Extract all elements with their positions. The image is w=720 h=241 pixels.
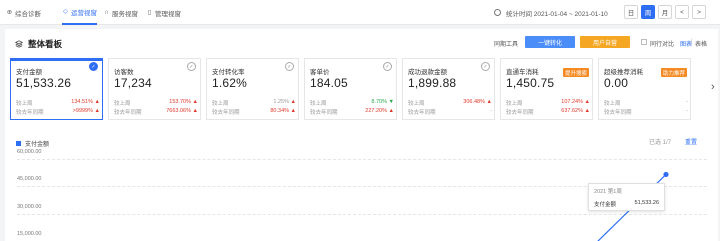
nav-tab-service[interactable]: ∩ 服务视窗 [103, 0, 138, 25]
nav-tab-label: 管理视窗 [155, 10, 181, 18]
prev-period-button[interactable]: < [675, 5, 689, 19]
period-day-button[interactable]: 日 [624, 5, 638, 19]
nav-tab-label: 综合诊断 [15, 10, 41, 18]
diagnose-icon: ⊕ [6, 9, 13, 16]
chart-tooltip: 2021 第1周 支付金额 51,533.26 [588, 183, 665, 211]
period-week-button[interactable]: 周 [641, 5, 655, 19]
nav-tab-label: 服务视窗 [112, 10, 138, 18]
tooltip-value: 51,533.26 [634, 200, 659, 206]
period-month-button[interactable]: 月 [658, 5, 672, 19]
clock-icon [494, 9, 501, 16]
data-point [663, 171, 669, 178]
nav-tab-label: 运营视窗 [71, 9, 97, 17]
top-navigation: ⊕ 综合诊断 ◇ 运营视窗 ∩ 服务视窗 ▯ 管理视窗 统计时间 2021-01… [0, 0, 720, 25]
next-period-button[interactable]: > [692, 5, 706, 19]
clipboard-icon: ▯ [147, 9, 152, 16]
nav-tab-management[interactable]: ▯ 管理视窗 [146, 0, 181, 25]
nav-tab-operations[interactable]: ◇ 运营视窗 [62, 0, 97, 25]
overview-panel: 整体看板 同期工具 一键转化 用户自营 同行对比 图表 | 表格 支付金额 51,… [5, 29, 718, 241]
tooltip-key: 支付金额 [594, 202, 617, 208]
headset-icon: ∩ [104, 9, 109, 16]
stat-time-label: 统计时间 2021-01-04 ~ 2021-01-10 [506, 10, 608, 18]
shield-icon: ◇ [63, 8, 68, 15]
tooltip-header: 2021 第1周 [594, 189, 622, 195]
nav-tab-diagnose[interactable]: ⊕ 综合诊断 [6, 0, 41, 25]
stat-time: 统计时间 2021-01-04 ~ 2021-01-10 [494, 0, 608, 25]
